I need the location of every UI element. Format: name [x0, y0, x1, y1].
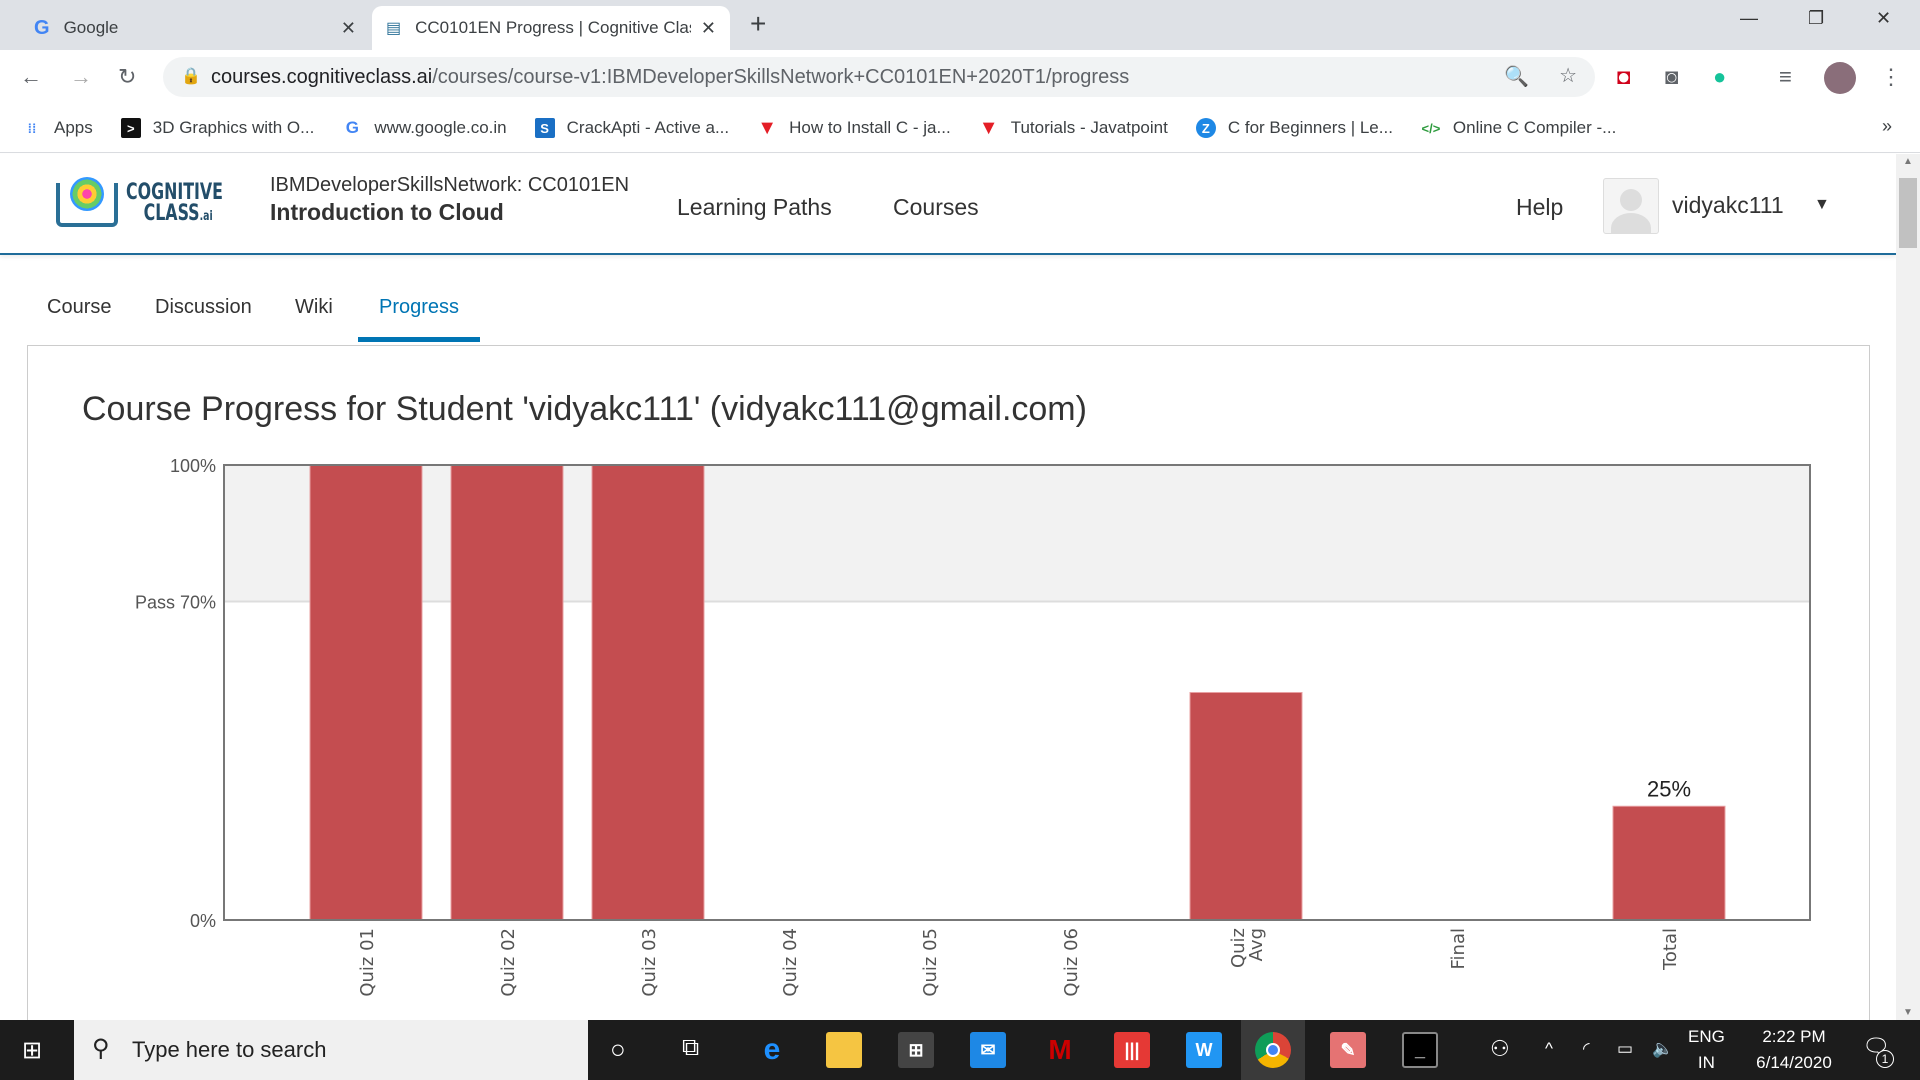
bar-quiz-03 — [591, 464, 705, 921]
x-tick-label: Total — [1660, 928, 1681, 971]
wifi-icon[interactable]: ◜ — [1583, 1036, 1590, 1062]
x-tick-label: Quiz 03 — [639, 928, 660, 997]
show-hidden-icons[interactable]: ^ — [1545, 1036, 1553, 1062]
cortana-icon[interactable]: ○ — [610, 1034, 626, 1065]
scroll-down-icon[interactable]: ▼ — [1903, 1007, 1913, 1018]
bar-quiz-avg — [1189, 692, 1303, 921]
bar-total — [1612, 805, 1726, 921]
command-prompt-icon[interactable]: _ — [1402, 1032, 1438, 1068]
scroll-up-icon[interactable]: ▲ — [1903, 156, 1913, 167]
notepad-plus-icon[interactable]: ✎ — [1330, 1032, 1366, 1068]
file-explorer-icon[interactable] — [826, 1032, 862, 1068]
store-icon[interactable]: ⊞ — [898, 1032, 934, 1068]
x-tick-label: Quiz 06 — [1061, 928, 1082, 997]
chrome-taskbar-button[interactable] — [1241, 1020, 1305, 1080]
edge-icon[interactable]: e — [754, 1032, 790, 1068]
region-text: IN — [1697, 1053, 1715, 1072]
battery-icon[interactable]: ▭ — [1617, 1036, 1633, 1062]
x-tick-label: Quiz 01 — [357, 928, 378, 997]
progress-chart: Quiz 01 Quiz 02 Quiz 03 Quiz 04 Quiz 05 Quiz … — [135, 456, 1811, 997]
time-text: 2:22 PM — [1762, 1027, 1826, 1046]
clock[interactable]: 2:22 PM 6/14/2020 — [1742, 1024, 1846, 1076]
x-tick-label: Quiz 05 — [920, 928, 941, 997]
bar-quiz-02 — [450, 464, 564, 921]
mcafee-icon[interactable]: M — [1042, 1032, 1078, 1068]
mail-icon[interactable]: ✉ — [970, 1032, 1006, 1068]
date-text: 6/14/2020 — [1756, 1053, 1832, 1072]
y-tick-label: 0% — [190, 911, 216, 931]
taskbar-search[interactable]: ⚲ Type here to search — [74, 1020, 588, 1080]
x-tick-label: Quiz 04 — [780, 928, 801, 997]
search-placeholder: Type here to search — [132, 1037, 327, 1062]
x-tick-label: Avg — [1246, 928, 1267, 961]
lang-text: ENG — [1688, 1027, 1725, 1046]
bar-quiz-01 — [309, 464, 423, 921]
notification-count: 1 — [1876, 1050, 1894, 1068]
search-icon: ⚲ — [92, 1035, 110, 1062]
scrollbar-thumb[interactable] — [1899, 178, 1917, 248]
wps-icon[interactable]: W — [1186, 1032, 1222, 1068]
windows-start-icon[interactable]: ⊞ — [22, 1036, 42, 1065]
volume-icon[interactable]: 🔈 — [1652, 1036, 1673, 1062]
app-red-icon[interactable]: ||| — [1114, 1032, 1150, 1068]
people-icon[interactable]: ⚇ — [1490, 1036, 1510, 1062]
scrollbar[interactable]: ▲ ▼ — [1896, 154, 1920, 1020]
language-indicator[interactable]: ENG IN — [1688, 1024, 1725, 1076]
data-label: 25% — [1647, 776, 1691, 801]
x-tick-label: Final — [1448, 928, 1469, 969]
y-tick-label: 100% — [170, 456, 216, 476]
y-tick-label: Pass 70% — [135, 593, 216, 613]
task-view-icon[interactable]: ⧉ — [682, 1034, 699, 1062]
x-tick-label: Quiz 02 — [498, 928, 519, 997]
windows-taskbar: ⊞ ⚲ Type here to search ○ ⧉ e ⊞ ✉ M ||| … — [0, 1020, 1920, 1080]
